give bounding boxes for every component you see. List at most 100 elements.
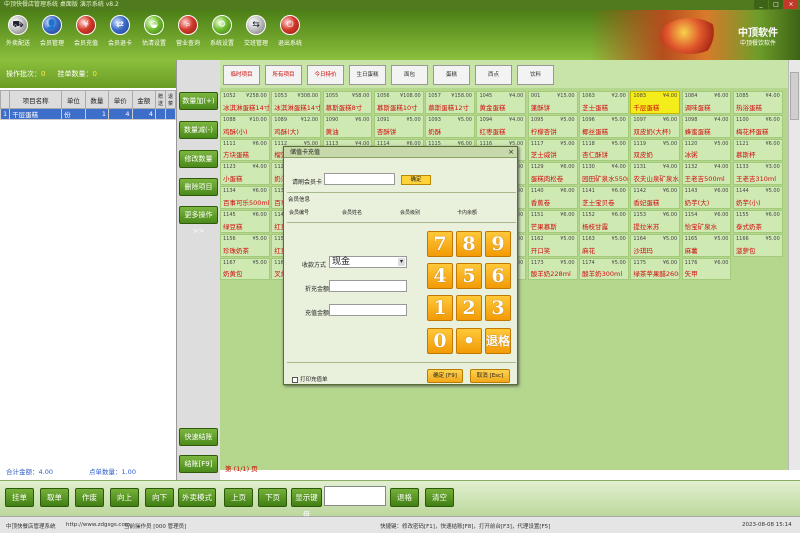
- dialog-cancel-button[interactable]: 取消 [Esc]: [470, 369, 510, 383]
- menu-item[interactable]: 1085 ¥4.00 热浴蛋糕: [732, 91, 783, 114]
- menu-item[interactable]: 1083 ¥4.00 千层蛋糕: [630, 91, 681, 114]
- key-0[interactable]: 0: [427, 328, 453, 354]
- menu-item[interactable]: 1063 ¥2.00 芝士蛋糕: [579, 91, 629, 114]
- key-9[interactable]: 9: [485, 231, 511, 257]
- menu-item[interactable]: 1154 ¥6.00 怡宝矿泉水: [681, 209, 732, 233]
- menu-item[interactable]: 1100 ¥6.00 梅花杯蛋糕: [732, 114, 783, 138]
- search-input[interactable]: [324, 486, 386, 506]
- menu-item[interactable]: 1055 ¥58.00 慕斯蛋糕8寸: [322, 91, 373, 114]
- tab-temporary[interactable]: 临时项目: [223, 65, 260, 85]
- menu-item[interactable]: 1131 ¥4.00 农夫山泉矿泉水: [630, 162, 681, 186]
- maximize-button[interactable]: □: [769, 0, 783, 9]
- menu-item[interactable]: 1162 ¥5.00 开口笑: [527, 233, 578, 257]
- qty-minus-button[interactable]: 数量减(-): [179, 121, 218, 139]
- retrieve-order-button[interactable]: 取单: [40, 488, 69, 507]
- toolbar-soldout[interactable]: ◒ 估清设置: [139, 15, 169, 47]
- more-ops-button[interactable]: 更多操作>>: [179, 206, 218, 235]
- toolbar-delivery[interactable]: ⛟ 外卖配送: [3, 15, 33, 47]
- key-8[interactable]: 8: [456, 231, 482, 257]
- menu-item[interactable]: 1090 ¥6.00 黄油: [322, 114, 373, 138]
- tab-drinks[interactable]: 饮料: [517, 65, 554, 85]
- menu-item[interactable]: 1119 ¥5.00 双皮奶: [630, 138, 681, 162]
- hold-order-button[interactable]: 挂单: [5, 488, 34, 507]
- delete-item-button[interactable]: 删除项目: [179, 178, 218, 196]
- menu-item[interactable]: 1097 ¥6.00 双皮奶(大杯): [630, 114, 681, 138]
- menu-item[interactable]: 1091 ¥5.00 杏酥饼: [373, 114, 424, 138]
- pay-method-select[interactable]: 现金 ▾: [329, 256, 407, 268]
- menu-item[interactable]: 1111 ¥6.00 方块蛋糕: [220, 138, 270, 162]
- move-up-button[interactable]: 向上: [110, 488, 139, 507]
- tab-birthday-cake[interactable]: 生日蛋糕: [349, 65, 386, 85]
- checkbox-box[interactable]: [292, 376, 298, 383]
- menu-item[interactable]: 1145 ¥6.00 绿豆糕: [220, 209, 270, 233]
- toolbar-settings[interactable]: ⚙ 系统设置: [207, 15, 237, 47]
- menu-item[interactable]: 1152 ¥6.00 杨枝甘露: [579, 209, 629, 233]
- next-page-button[interactable]: 下页: [258, 488, 287, 507]
- menu-item[interactable]: 1123 ¥4.00 小蛋糕: [220, 162, 270, 186]
- status-url[interactable]: http://www.zdgsgs.com: [66, 522, 130, 528]
- menu-item[interactable]: 1098 ¥4.00 蜂蜜蛋糕: [681, 114, 732, 138]
- checkout-button[interactable]: 结账[F9]: [179, 455, 218, 473]
- key-7[interactable]: 7: [427, 231, 453, 257]
- menu-item[interactable]: 1174 ¥5.00 酸羊奶300ml: [579, 257, 629, 281]
- menu-item[interactable]: 1155 ¥6.00 泰式奶茶: [732, 209, 783, 233]
- menu-item[interactable]: 1142 ¥6.00 香妃蛋糕: [630, 186, 681, 209]
- tab-pastry[interactable]: 西点: [475, 65, 512, 85]
- menu-scrollbar[interactable]: [788, 60, 800, 470]
- menu-item[interactable]: 1057 ¥158.00 慕斯蛋糕12寸: [425, 91, 475, 114]
- toolbar-shift[interactable]: ⇆ 交班管理: [241, 15, 271, 47]
- dialog-ok-button[interactable]: 确定 [F9]: [427, 369, 463, 383]
- menu-item[interactable]: 1173 ¥5.00 酸羊奶228ml: [527, 257, 578, 281]
- move-down-button[interactable]: 向下: [145, 488, 174, 507]
- dialog-close-icon[interactable]: ×: [508, 147, 514, 158]
- menu-item[interactable]: 1175 ¥6.00 绿茶苹果醋260ml: [630, 257, 681, 281]
- show-keyboard-button[interactable]: 显示键盘: [291, 488, 322, 519]
- menu-item[interactable]: 1129 ¥6.00 蛋糕肉松卷: [527, 162, 578, 186]
- tab-special[interactable]: 今日特价: [307, 65, 344, 85]
- key-2[interactable]: 2: [456, 295, 482, 321]
- menu-item[interactable]: 001 ¥15.00 蓬酥饼: [527, 91, 578, 114]
- menu-item[interactable]: 1176 ¥6.00 矢甲: [681, 257, 732, 281]
- key-3[interactable]: 3: [485, 295, 511, 321]
- menu-item[interactable]: 1096 ¥5.00 椰丝蛋糕: [579, 114, 629, 138]
- quick-checkout-button[interactable]: 快速结账: [179, 428, 218, 446]
- menu-item[interactable]: 1143 ¥6.00 奶芋(大): [681, 186, 732, 209]
- key-5[interactable]: 5: [456, 263, 482, 289]
- clear-button[interactable]: 清空: [425, 488, 454, 507]
- menu-item[interactable]: 1093 ¥5.00 奶酥: [425, 114, 475, 138]
- tab-all[interactable]: 所有项目: [265, 65, 302, 85]
- menu-item[interactable]: 1141 ¥6.00 芝士宝贝卷: [579, 186, 629, 209]
- member-card-input[interactable]: [324, 173, 395, 185]
- key-backspace[interactable]: 退格: [485, 328, 511, 354]
- tab-cake[interactable]: 蛋糕: [433, 65, 470, 85]
- chevron-down-icon[interactable]: ▾: [398, 258, 405, 266]
- takeout-mode-button[interactable]: 外卖模式: [178, 488, 216, 507]
- menu-item[interactable]: 1167 ¥5.00 奶黄包: [220, 257, 270, 281]
- menu-item[interactable]: 1144 ¥5.00 奶芋(小): [732, 186, 783, 209]
- toolbar-card-return[interactable]: ⇄ 会员退卡: [105, 15, 135, 47]
- key-1[interactable]: 1: [427, 295, 453, 321]
- menu-item[interactable]: 1130 ¥4.00 园田矿泉水550ml: [579, 162, 629, 186]
- menu-item[interactable]: 1118 ¥5.00 杏仁酥饼: [579, 138, 629, 162]
- menu-item[interactable]: 1153 ¥6.00 提拉米苏: [630, 209, 681, 233]
- close-button[interactable]: ×: [784, 0, 798, 9]
- prev-page-button[interactable]: 上页: [224, 488, 253, 507]
- menu-item[interactable]: 1165 ¥5.00 麻薯: [681, 233, 732, 257]
- print-receipt-checkbox[interactable]: 打印充值单: [292, 375, 328, 383]
- menu-item[interactable]: 1094 ¥4.00 红枣蛋糕: [476, 114, 527, 138]
- menu-item[interactable]: 1156 ¥5.00 珍珠奶茶: [220, 233, 270, 257]
- charge-amount-input[interactable]: [329, 304, 407, 316]
- menu-item[interactable]: 1134 ¥6.00 百事可乐500ml: [220, 186, 270, 209]
- menu-item[interactable]: 1164 ¥5.00 沙琪玛: [630, 233, 681, 257]
- key-4[interactable]: 4: [427, 263, 453, 289]
- toolbar-recharge[interactable]: ¥ 会员充值: [71, 15, 101, 47]
- menu-item[interactable]: 1084 ¥6.00 调味蛋糕: [681, 91, 732, 114]
- menu-item[interactable]: 1133 ¥3.00 王老吉310ml: [732, 162, 783, 186]
- menu-item[interactable]: 1120 ¥5.00 冰粥: [681, 138, 732, 162]
- menu-item[interactable]: 1056 ¥108.00 慕斯蛋糕10寸: [373, 91, 424, 114]
- menu-item[interactable]: 1052 ¥258.00 冰淇淋蛋糕14寸: [220, 91, 270, 114]
- table-row[interactable]: 1 干层蛋糕 份 1 4 4: [0, 108, 176, 120]
- key-dot[interactable]: •: [456, 328, 482, 354]
- card-confirm-button[interactable]: 确定: [401, 175, 431, 185]
- menu-item[interactable]: 1140 ¥6.00 香蕉卷: [527, 186, 578, 209]
